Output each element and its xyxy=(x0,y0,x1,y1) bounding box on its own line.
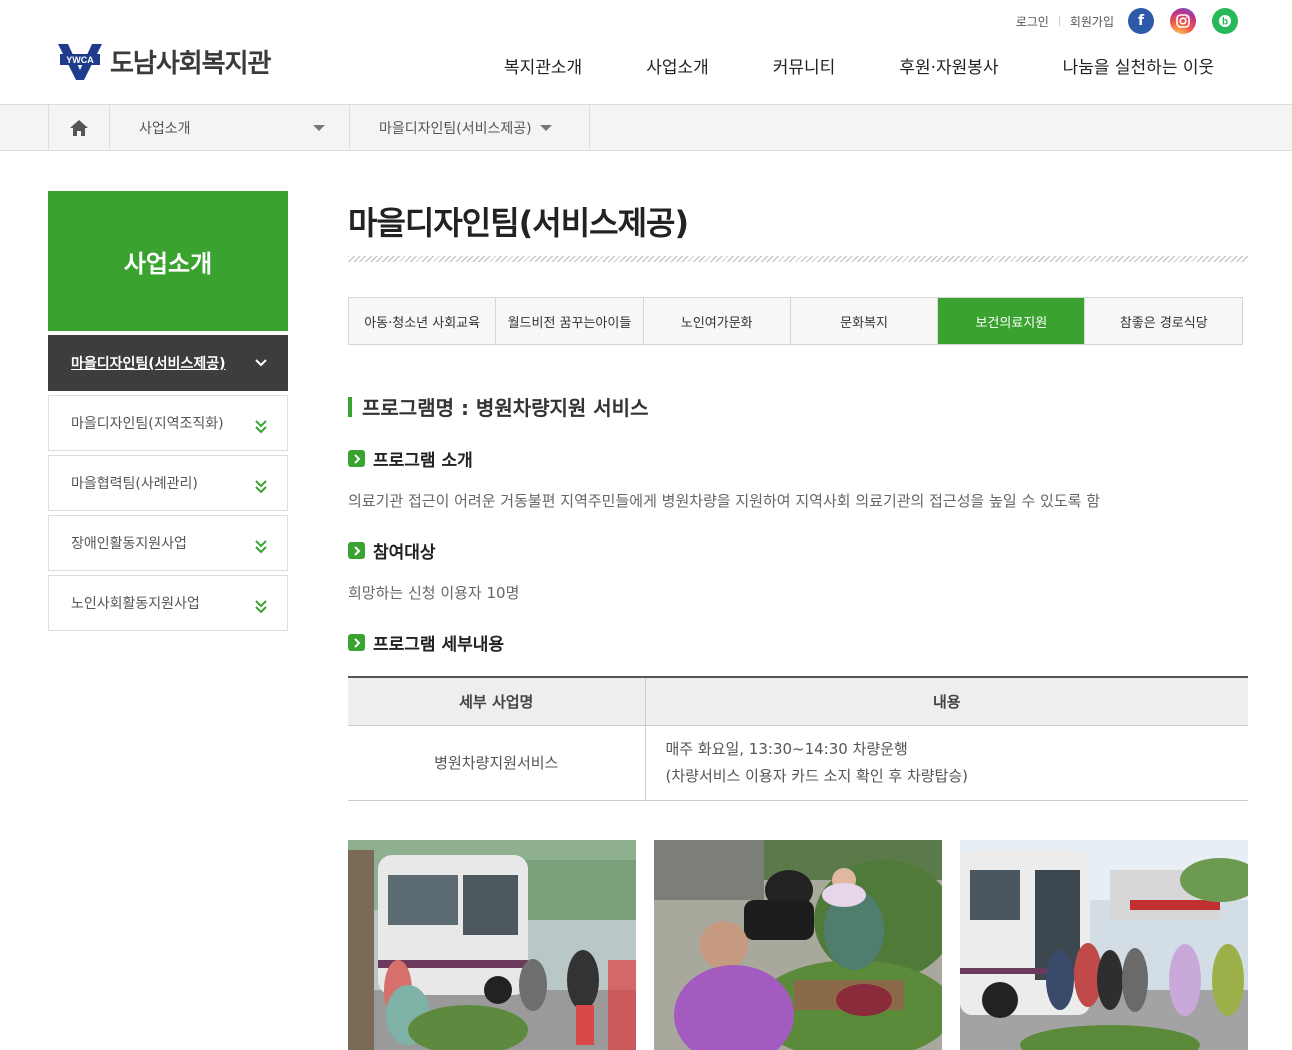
sidebar-item-case-management[interactable]: 마을협력팀(사례관리) xyxy=(48,455,288,511)
program-photo-3 xyxy=(960,840,1248,1050)
table-header-cell: 세부 사업명 xyxy=(348,677,646,726)
home-button[interactable] xyxy=(48,105,110,150)
program-photo-1 xyxy=(348,840,636,1050)
caret-down-icon xyxy=(539,124,552,131)
tab-world-vision[interactable]: 월드비전 꿈꾸는아이들 xyxy=(496,298,644,344)
double-chevron-down-icon xyxy=(255,600,267,614)
location-depth1-label: 사업소개 xyxy=(139,120,191,137)
section-heading-target: 참여대상 xyxy=(348,538,436,563)
blog-icon[interactable]: b xyxy=(1212,8,1238,34)
table-header-cell: 내용 xyxy=(645,677,1248,726)
logo-text: 도남사회복지관 xyxy=(110,48,271,79)
logo-badge-text: YWCA xyxy=(66,55,94,65)
tab-senior-dining[interactable]: 참좋은 경로식당 xyxy=(1085,298,1242,344)
location-depth2-dropdown[interactable]: 마을디자인팀(서비스제공) xyxy=(350,105,590,150)
main-nav: 복지관소개 사업소개 커뮤니티 후원·자원봉사 나눔을 실천하는 이웃 xyxy=(470,56,1214,80)
arrow-right-icon xyxy=(348,634,365,651)
double-chevron-down-icon xyxy=(255,540,267,554)
site-header: YWCA 도남사회복지관 로그인 회원가입 f b 복지관소개 사업소개 커뮤니… xyxy=(0,0,1292,104)
tab-youth-education[interactable]: 아동·청소년 사회교육 xyxy=(349,298,497,344)
double-chevron-down-icon xyxy=(255,420,267,434)
table-cell-content: 매주 화요일, 13:30~14:30 차량운행 (차량서비스 이용자 카드 소… xyxy=(645,725,1248,801)
sidebar-title: 사업소개 xyxy=(48,191,288,331)
tab-culture-welfare[interactable]: 문화복지 xyxy=(791,298,939,344)
instagram-icon[interactable] xyxy=(1170,8,1196,34)
content-line: 매주 화요일, 13:30~14:30 차량운행 xyxy=(665,739,908,758)
login-link[interactable]: 로그인 xyxy=(1016,13,1049,30)
double-chevron-down-icon xyxy=(255,480,267,494)
location-bar: 사업소개 마을디자인팀(서비스제공) xyxy=(0,104,1292,151)
arrow-right-icon xyxy=(348,450,365,467)
intro-text: 의료기관 접근이 어려운 거동불편 지역주민들에게 병원차량을 지원하여 지역사… xyxy=(348,492,1100,510)
tab-senior-leisure[interactable]: 노인여가문화 xyxy=(644,298,791,344)
svg-text:b: b xyxy=(1222,17,1228,28)
sidebar-item-label: 마을협력팀(사례관리) xyxy=(71,476,198,492)
facebook-icon[interactable]: f xyxy=(1128,8,1154,34)
location-depth2-label: 마을디자인팀(서비스제공) xyxy=(379,120,532,137)
nav-item-business[interactable]: 사업소개 xyxy=(646,56,709,80)
caret-down-icon xyxy=(313,125,325,131)
sidebar-item-senior-activity[interactable]: 노인사회활동지원사업 xyxy=(48,575,288,631)
program-photo-2 xyxy=(654,840,942,1050)
target-text: 희망하는 신청 이용자 10명 xyxy=(348,584,520,602)
content-line: (차량서비스 이용자 카드 소지 확인 후 차량탑승) xyxy=(665,766,969,785)
title-divider xyxy=(348,256,1248,262)
nav-item-neighbors[interactable]: 나눔을 실천하는 이웃 xyxy=(1063,56,1215,80)
utility-nav: 로그인 회원가입 f b xyxy=(1016,8,1238,34)
program-title-text: 프로그램명 : 병원차량지원 서비스 xyxy=(362,396,649,420)
sidebar-item-disability-support[interactable]: 장애인활동지원사업 xyxy=(48,515,288,571)
page-title: 마을디자인팀(서비스제공) xyxy=(348,204,689,242)
home-icon xyxy=(70,119,88,136)
location-depth1-dropdown[interactable]: 사업소개 xyxy=(110,105,350,150)
arrow-right-icon xyxy=(348,542,365,559)
program-detail-table: 세부 사업명 내용 병원차량지원서비스 매주 화요일, 13:30~14:30 … xyxy=(348,676,1248,801)
nav-item-about[interactable]: 복지관소개 xyxy=(504,56,582,80)
program-tabs: 아동·청소년 사회교육 월드비전 꿈꾸는아이들 노인여가문화 문화복지 보건의료… xyxy=(348,297,1243,345)
divider xyxy=(1058,16,1060,26)
join-link[interactable]: 회원가입 xyxy=(1070,13,1114,30)
tab-health-support[interactable]: 보건의료지원 xyxy=(938,298,1086,344)
program-title: 프로그램명 : 병원차량지원 서비스 xyxy=(348,392,649,421)
section-heading-text: 프로그램 세부내용 xyxy=(373,635,505,655)
ywca-logo-icon: YWCA xyxy=(58,42,102,80)
sidebar-item-organizing[interactable]: 마을디자인팀(지역조직화) xyxy=(48,395,288,451)
sidebar-item-service[interactable]: 마을디자인팀(서비스제공) xyxy=(48,335,288,391)
section-heading-text: 참여대상 xyxy=(373,543,436,563)
site-logo[interactable]: YWCA 도남사회복지관 xyxy=(58,42,271,80)
section-heading-intro: 프로그램 소개 xyxy=(348,446,473,471)
section-heading-detail: 프로그램 세부내용 xyxy=(348,630,504,655)
sidebar-item-label: 마을디자인팀(지역조직화) xyxy=(71,416,224,432)
nav-item-support[interactable]: 후원·자원봉사 xyxy=(899,56,998,80)
table-header-row: 세부 사업명 내용 xyxy=(348,677,1248,726)
table-row: 병원차량지원서비스 매주 화요일, 13:30~14:30 차량운행 (차량서비… xyxy=(348,725,1248,801)
sidebar-item-label: 장애인활동지원사업 xyxy=(71,536,187,552)
sidebar-item-label: 마을디자인팀(서비스제공) xyxy=(71,356,226,372)
sidebar-item-label: 노인사회활동지원사업 xyxy=(71,596,200,612)
section-heading-text: 프로그램 소개 xyxy=(373,451,473,471)
nav-item-community[interactable]: 커뮤니티 xyxy=(773,56,836,80)
table-cell-name: 병원차량지원서비스 xyxy=(348,725,646,801)
chevron-down-icon xyxy=(255,359,267,367)
title-accent-bar xyxy=(348,396,352,417)
